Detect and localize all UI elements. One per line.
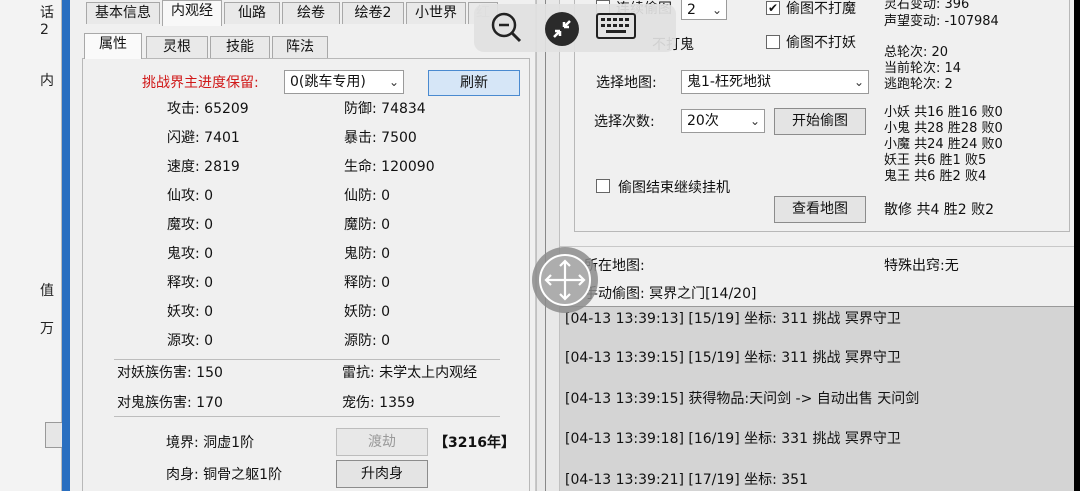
damage-vs-yao: 对妖族伤害: 150 [117, 365, 223, 381]
attack-stat: 攻击: 65209 [167, 101, 249, 117]
view-map-button[interactable]: 查看地图 [774, 196, 866, 223]
attack-stat: 速度: 2819 [167, 159, 240, 175]
count-select-label: 选择次数: [594, 114, 655, 130]
divider [114, 416, 500, 417]
tribulation-button[interactable]: 渡劫 [336, 428, 428, 456]
damage-vs-ghost: 对鬼族伤害: 170 [117, 395, 223, 411]
move-drag-icon[interactable] [530, 245, 600, 315]
defense-stat: 仙防: 0 [344, 188, 391, 204]
continue-idle-label: 偷图结束继续挂机 [618, 180, 730, 196]
lingshi-change: 灵石变动: 396 [884, 0, 970, 12]
defense-stat: 鬼防: 0 [344, 246, 391, 262]
record-row: 小妖 共16 胜16 败0 [884, 105, 1003, 120]
subtab-formation[interactable]: 阵法 [272, 36, 328, 58]
attack-stat: 源攻: 0 [167, 333, 214, 349]
defense-stat: 防御: 74834 [344, 101, 426, 117]
map-select[interactable]: 鬼1-枉死地狱 ⌄ [681, 70, 869, 94]
remote-desktop-screen: 话2 内 值 万 基本信息 内观经 仙路 绘卷 绘卷2 小世界 红 属性 灵根 … [0, 0, 1080, 491]
defense-stat: 暴击: 7500 [344, 130, 417, 146]
fragment-text: 万 [40, 321, 54, 337]
log-line: [04-13 13:39:15] [15/19] 坐标: 311 挑战 冥界守卫 [565, 350, 901, 366]
log-line: [04-13 13:39:18] [16/19] 坐标: 331 挑战 冥界守卫 [565, 431, 901, 447]
subtab-content-frame [82, 58, 530, 491]
defense-stat: 释防: 0 [344, 275, 391, 291]
defense-stat: 源防: 0 [344, 333, 391, 349]
fragment-text: 值 [40, 283, 54, 299]
sanxiu-record: 散修 共4 胜2 败2 [884, 202, 995, 218]
total-rounds: 总轮次: 20 [884, 45, 949, 60]
attack-stat: 妖攻: 0 [167, 304, 214, 320]
log-line: [04-13 13:39:13] [15/19] 坐标: 311 挑战 冥界守卫 [565, 311, 901, 327]
tab-xianlu[interactable]: 仙路 [224, 2, 280, 24]
realm-years: 【3216年】 [434, 435, 515, 451]
divider [560, 246, 1080, 247]
tab-basic-info[interactable]: 基本信息 [86, 2, 160, 24]
record-row: 小魔 共24 胜24 败0 [884, 137, 1003, 152]
realm-label: 境界: 洞虚1阶 [166, 435, 255, 451]
no-demon-checkbox[interactable]: ✔ [766, 1, 780, 15]
tab-neiguanjing[interactable]: 内观经 [162, 0, 222, 26]
body-label: 肉身: 铜骨之躯1阶 [166, 467, 283, 483]
keyboard-icon[interactable] [596, 12, 636, 42]
escape-rounds: 逃跑轮次: 2 [884, 77, 953, 92]
progress-keep-label: 挑战界主进度保留: [142, 75, 259, 91]
chevron-down-icon: ⌄ [711, 3, 722, 17]
background-window-fragment: 话2 内 值 万 [0, 0, 62, 491]
chevron-down-icon: ⌄ [749, 114, 760, 128]
refresh-button[interactable]: 刷新 [428, 70, 520, 96]
no-yao-checkbox[interactable] [766, 35, 780, 49]
window-border [62, 0, 70, 491]
fragment-text: 话2 [40, 5, 54, 38]
progress-keep-value: 0(跳车专用) [290, 74, 366, 90]
chevron-down-icon: ⌄ [853, 75, 864, 89]
exit-fullscreen-icon[interactable] [544, 11, 580, 47]
shengwang-change: 声望变动: -107984 [884, 14, 999, 29]
zoom-out-icon[interactable] [490, 11, 524, 45]
log-line: [04-13 13:39:15] 获得物品:天问剑 -> 自动出售 天问剑 [565, 391, 920, 407]
tab-huijuan[interactable]: 绘卷 [282, 2, 340, 24]
log-line: [04-13 13:39:21] [17/19] 坐标: 351 [565, 472, 808, 488]
continue-idle-checkbox[interactable] [596, 179, 610, 193]
progress-keep-select[interactable]: 0(跳车专用) ⌄ [284, 70, 404, 94]
subtab-skills[interactable]: 技能 [210, 36, 270, 58]
record-row: 小鬼 共28 胜28 败0 [884, 121, 1003, 136]
tab-huijuan2[interactable]: 绘卷2 [342, 2, 404, 24]
background-window-button[interactable] [45, 422, 63, 448]
pet-damage: 宠伤: 1359 [342, 395, 415, 411]
record-row: 鬼王 共6 胜2 败4 [884, 169, 987, 184]
special-exit-label: 特殊出窍:无 [884, 258, 959, 274]
record-row: 妖王 共6 胜1 败5 [884, 153, 987, 168]
defense-stat: 妖防: 0 [344, 304, 391, 320]
character-panel: 基本信息 内观经 仙路 绘卷 绘卷2 小世界 红 属性 灵根 技能 阵法 挑战界… [70, 0, 536, 491]
chevron-down-icon: ⌄ [388, 75, 399, 89]
upgrade-body-button[interactable]: 升肉身 [336, 460, 428, 488]
screen-edge-right [1074, 0, 1080, 491]
map-select-value: 鬼1-枉死地狱 [687, 74, 771, 90]
no-demon-label: 偷图不打魔 [786, 1, 856, 17]
map-select-label: 选择地图: [596, 75, 657, 91]
fragment-text: 内 [40, 73, 54, 89]
count-select[interactable]: 20次 ⌄ [681, 109, 765, 133]
attack-stat: 闪避: 7401 [167, 130, 240, 146]
thunder-resist: 雷抗: 未学太上内观经 [342, 365, 478, 381]
continuous-count-select[interactable]: 2 ⌄ [681, 0, 727, 20]
attack-stat: 魔攻: 0 [167, 217, 214, 233]
subtab-attributes[interactable]: 属性 [84, 33, 142, 59]
subtab-linggen[interactable]: 灵根 [146, 36, 208, 58]
attack-stat: 释攻: 0 [167, 275, 214, 291]
defense-stat: 生命: 120090 [344, 159, 435, 175]
manual-map-label: 手动偷图: 冥界之门[14/20] [584, 286, 757, 302]
current-rounds: 当前轮次: 14 [884, 61, 962, 76]
defense-stat: 魔防: 0 [344, 217, 391, 233]
start-map-button[interactable]: 开始偷图 [774, 108, 866, 135]
count-select-value: 20次 [687, 113, 719, 129]
tab-xiaoshijie[interactable]: 小世界 [406, 2, 466, 24]
no-yao-label: 偷图不打妖 [786, 35, 856, 51]
divider [114, 359, 500, 360]
attack-stat: 鬼攻: 0 [167, 246, 214, 262]
continuous-count-value: 2 [687, 2, 696, 18]
attack-stat: 仙攻: 0 [167, 188, 214, 204]
